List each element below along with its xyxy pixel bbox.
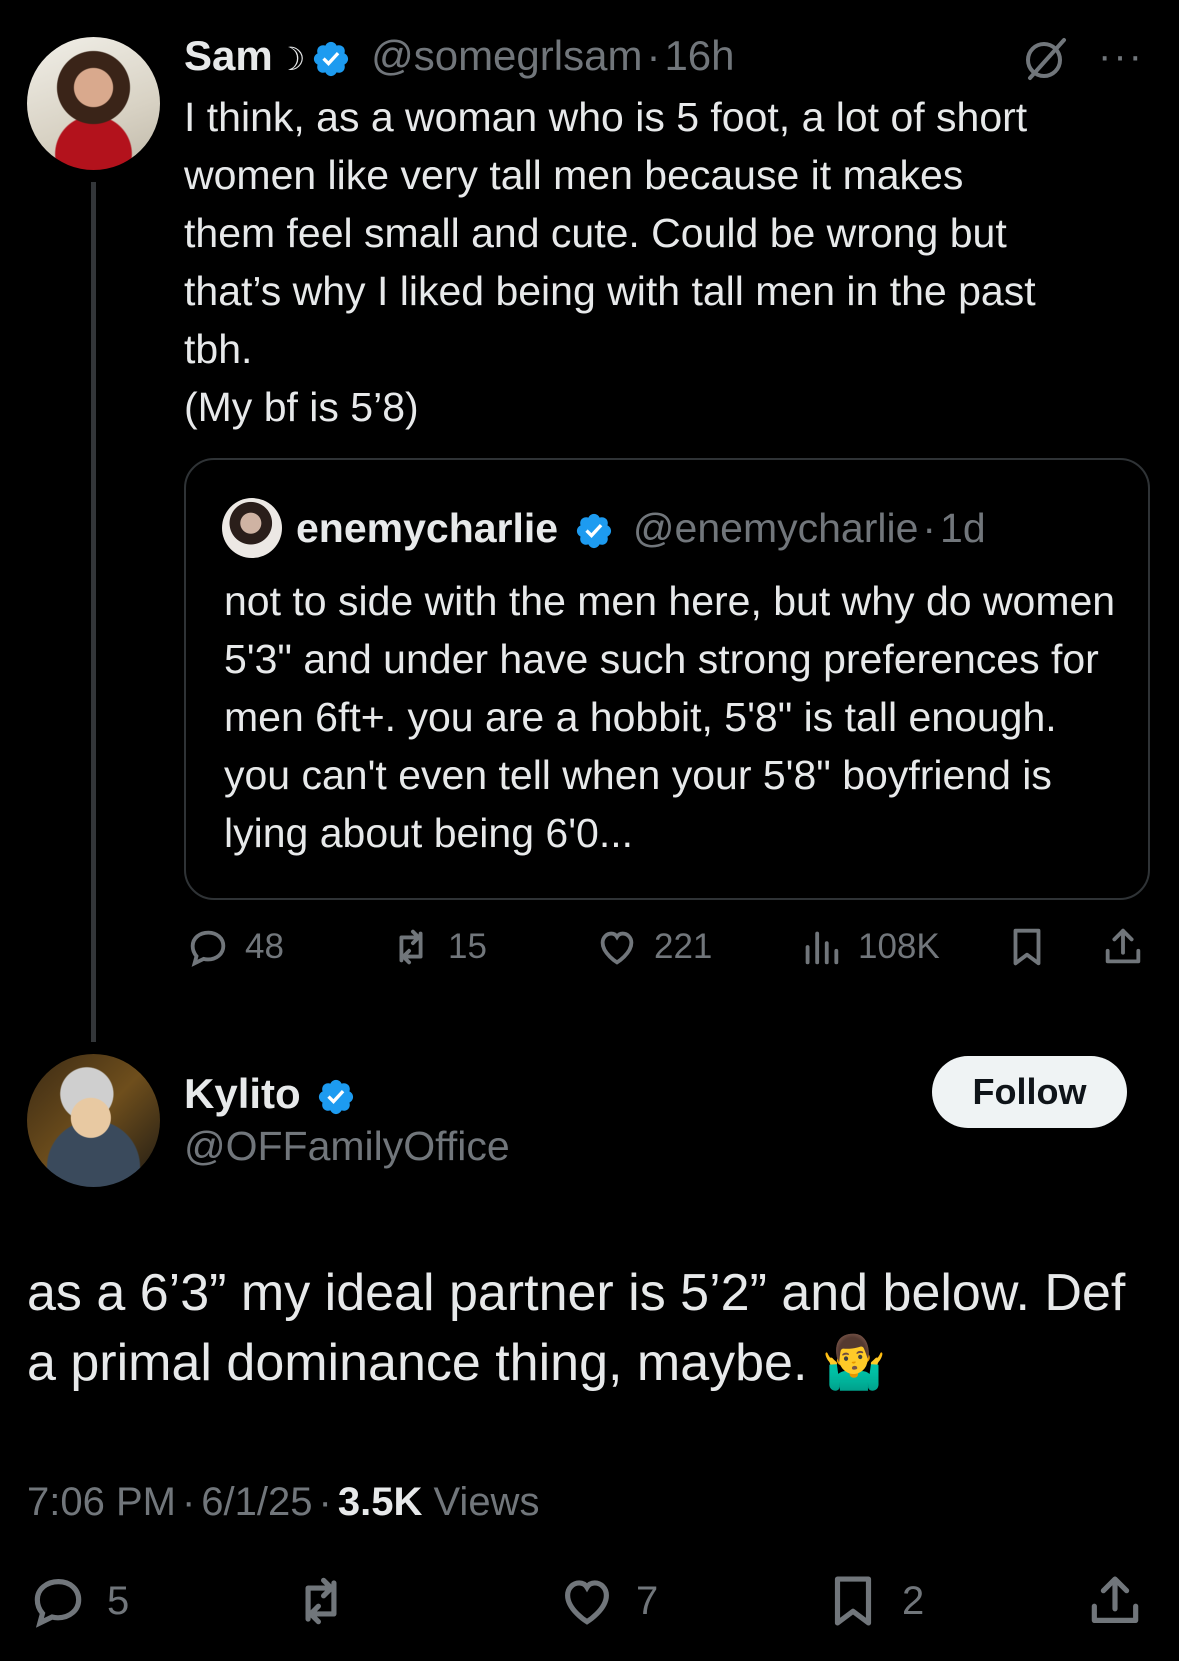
kylito-avatar[interactable] [27,1054,160,1187]
repost-count: 15 [448,927,487,966]
reply-button[interactable]: 48 [185,924,284,970]
separator-dot: · [181,1480,196,1524]
reply-count: 5 [107,1578,130,1623]
bookmark-button[interactable] [1004,924,1050,970]
tweet-meta: 7:06 PM · 6/1/25 · 3.5K Views [27,1476,539,1528]
repost-button[interactable] [290,1570,352,1632]
like-count: 7 [636,1578,659,1623]
parent-tweet-header: Sam ☽ @somegrlsam·16h [184,30,735,85]
separator-dot: · [646,32,661,79]
main-author-name[interactable]: Kylito [184,1070,301,1117]
grok-icon[interactable] [1022,34,1070,82]
tweet-views-label: Views [433,1480,540,1524]
parent-author-handle[interactable]: @somegrlsam [371,32,642,79]
quoted-author-handle: @enemycharlie [632,505,919,551]
verified-badge-icon [319,1079,354,1114]
heart-icon [600,931,634,965]
main-tweet-text: as a 6’3” my ideal partner is 5’2” and b… [27,1264,1126,1392]
quoted-tweet-time: 1d [940,505,986,551]
share-icon [1091,1576,1139,1623]
main-author-handle[interactable]: @OFFamilyOffice [184,1120,510,1172]
share-icon [1105,928,1141,964]
verified-badge-icon [576,514,611,549]
thread-line [91,182,96,1042]
follow-button[interactable]: Follow [932,1056,1127,1128]
sam-avatar[interactable] [27,37,160,170]
heart-icon [565,1580,609,1625]
verified-badge-icon [314,41,349,76]
reply-icon [34,1579,82,1628]
bookmark-icon [834,1576,872,1626]
reply-icon [190,930,226,967]
repost-icon [399,929,423,965]
reply-count: 48 [245,927,284,966]
parent-tweet-time[interactable]: 16h [664,32,734,79]
quoted-tweet-header: enemycharlie @enemycharlie·1d [296,500,986,556]
bookmark-button[interactable]: 2 [822,1570,924,1632]
views-count: 108K [858,927,940,966]
views-button[interactable]: 108K [798,924,940,970]
like-count: 221 [654,927,713,966]
quoted-author-name: enemycharlie [296,505,559,551]
like-button[interactable]: 7 [556,1570,658,1632]
separator-dot: · [922,505,937,551]
repost-button[interactable]: 15 [388,924,487,970]
share-button[interactable] [1100,924,1146,970]
parent-author-name[interactable]: Sam [184,32,273,79]
tweet-time[interactable]: 7:06 PM [27,1480,176,1524]
main-author-name-row: Kylito [184,1068,356,1120]
repost-icon [305,1577,337,1625]
reply-button[interactable]: 5 [27,1570,129,1632]
quoted-author-avatar [222,498,282,558]
like-button[interactable]: 221 [594,924,712,970]
tweet-date[interactable]: 6/1/25 [201,1480,312,1524]
bookmark-count: 2 [902,1578,925,1623]
views-icon [805,931,839,965]
bookmark-icon [1013,928,1041,966]
tweet-views-count: 3.5K [337,1480,423,1524]
more-options-icon[interactable]: ··· [1098,36,1144,76]
moon-icon: ☽ [276,41,306,77]
share-button[interactable] [1084,1570,1146,1632]
parent-tweet-text: I think, as a woman who is 5 foot, a lot… [184,94,1036,430]
separator-dot: · [318,1480,332,1524]
quoted-tweet-text: not to side with the men here, but why d… [224,578,1116,856]
